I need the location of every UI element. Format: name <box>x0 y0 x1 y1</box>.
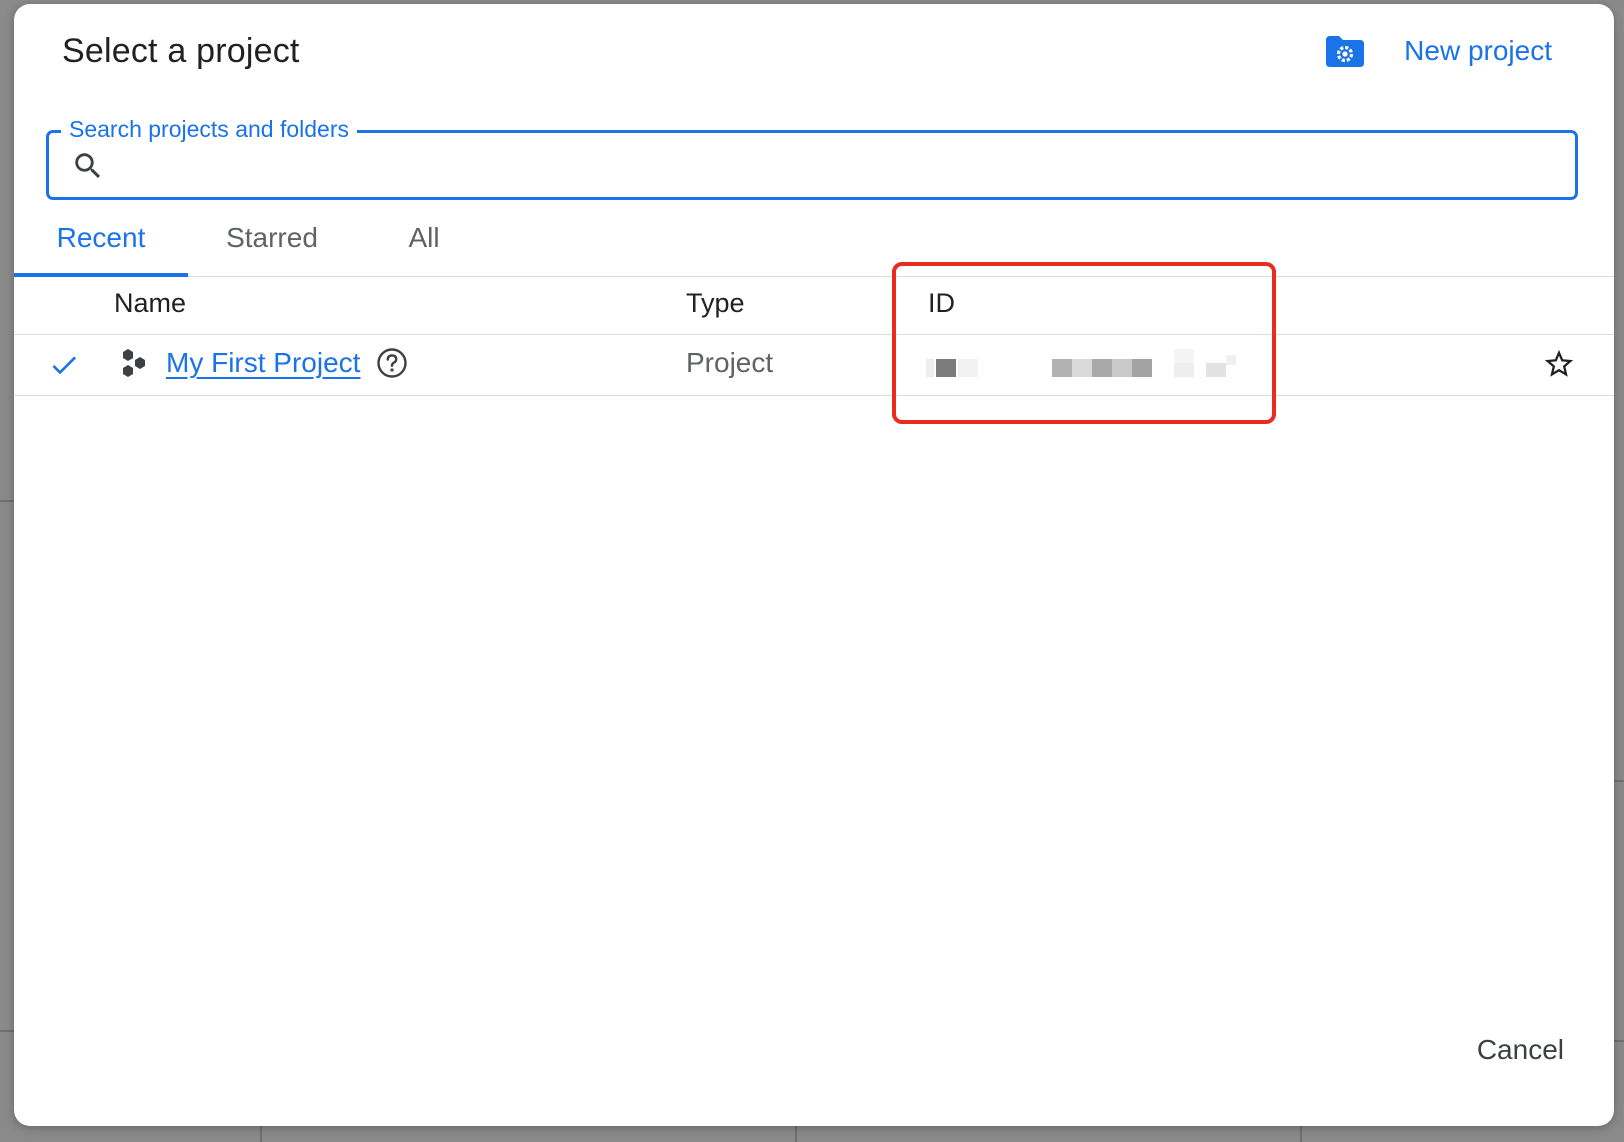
backdrop-divider <box>795 1126 797 1142</box>
project-type: Project <box>686 347 774 378</box>
new-project-label: New project <box>1404 35 1552 66</box>
table-row[interactable]: My First Project Project <box>14 335 1614 396</box>
column-header-id[interactable]: ID <box>928 288 955 319</box>
column-header-name[interactable]: Name <box>114 288 186 319</box>
help-icon[interactable] <box>376 347 408 379</box>
search-field[interactable]: Search projects and folders <box>46 116 1578 200</box>
redaction-block <box>926 359 934 377</box>
backdrop-divider <box>0 500 14 502</box>
redaction-block <box>1132 359 1152 377</box>
search-icon <box>75 153 101 179</box>
redaction-block <box>936 359 956 377</box>
tab-recent[interactable]: Recent <box>14 208 188 277</box>
backdrop-divider <box>260 1126 262 1142</box>
redaction-block <box>1072 359 1092 377</box>
project-id-redacted <box>926 347 1238 383</box>
tab-all[interactable]: All <box>394 208 454 276</box>
redaction-block <box>1112 359 1132 377</box>
dialog-title: Select a project <box>62 32 300 70</box>
cancel-button[interactable]: Cancel <box>1465 1026 1576 1074</box>
redaction-block <box>1052 359 1072 377</box>
tab-starred[interactable]: Starred <box>210 208 334 276</box>
redaction-block <box>958 359 978 377</box>
redaction-block <box>1226 355 1236 365</box>
redaction-block <box>1174 363 1194 377</box>
redaction-block <box>1206 363 1226 377</box>
search-input[interactable] <box>119 141 1563 191</box>
tab-bar: Recent Starred All <box>14 208 1614 277</box>
project-name-link[interactable]: My First Project <box>166 347 360 379</box>
select-project-dialog: Select a project New project Search proj… <box>14 4 1614 1126</box>
project-hexagons-icon <box>123 349 145 377</box>
search-label: Search projects and folders <box>61 116 357 143</box>
backdrop-divider <box>1300 1126 1302 1142</box>
new-project-button[interactable]: New project <box>1324 34 1552 68</box>
star-outline-icon[interactable] <box>1542 347 1576 381</box>
check-icon <box>52 356 76 375</box>
backdrop-divider <box>0 1030 14 1032</box>
table-header: Name Type ID <box>14 276 1614 335</box>
folder-settings-icon <box>1326 36 1365 67</box>
column-header-type[interactable]: Type <box>686 288 745 319</box>
redaction-block <box>1092 359 1112 377</box>
redaction-block <box>1174 349 1194 363</box>
